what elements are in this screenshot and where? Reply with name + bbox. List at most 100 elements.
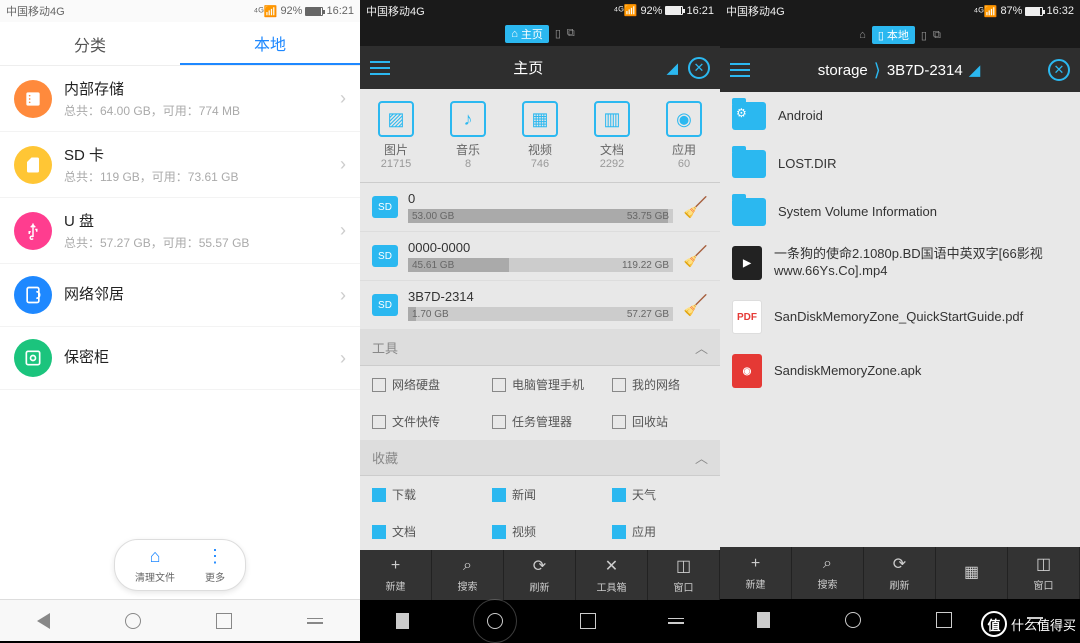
tool-recycle-bin[interactable]: 回收站 <box>600 403 720 440</box>
toolbar-toolbox[interactable]: ✕工具箱 <box>576 550 648 600</box>
favs-grid: 下载 新闻 天气 文档 视频 应用 <box>360 476 720 550</box>
storage-sdcard[interactable]: SD 卡总共：119 GB，可用：73.61 GB › <box>0 132 360 198</box>
menu-button[interactable] <box>730 63 750 77</box>
file-list: Android LOST.DIR System Volume Informati… <box>720 92 1080 547</box>
section-tools-header[interactable]: 工具︿ <box>360 330 720 366</box>
carrier-label: 中国移动4G <box>726 3 785 19</box>
toolbar-new[interactable]: +新建 <box>720 547 792 599</box>
tool-icon <box>372 415 386 429</box>
menu-button[interactable] <box>370 61 390 75</box>
category-music[interactable]: ♪音乐8 <box>432 101 504 170</box>
category-images[interactable]: ▨图片21715 <box>360 101 432 170</box>
file-pdf[interactable]: PDFSanDiskMemoryZone_QuickStartGuide.pdf <box>720 290 1080 344</box>
storage-safe[interactable]: 保密柜 › <box>0 327 360 390</box>
section-favs-header[interactable]: 收藏︿ <box>360 440 720 476</box>
nav-back-button[interactable] <box>396 613 409 629</box>
toolbar-search[interactable]: ⌕搜索 <box>432 550 504 600</box>
tool-my-network[interactable]: 我的网络 <box>600 366 720 403</box>
nav-back-button[interactable] <box>757 612 770 628</box>
folder-icon <box>732 150 766 178</box>
close-button[interactable]: ✕ <box>688 57 710 79</box>
window-icon: ◫ <box>676 556 691 576</box>
nav-recent-button[interactable] <box>580 613 596 629</box>
sd-icon: SD <box>372 294 398 316</box>
tab-local[interactable]: 本地 <box>180 22 360 65</box>
close-button[interactable]: ✕ <box>1048 59 1070 81</box>
nav-home-button[interactable] <box>845 612 861 628</box>
chevron-up-icon: ︿ <box>695 448 708 467</box>
dropdown-icon[interactable]: ◢ <box>666 59 678 77</box>
drive-2[interactable]: SD 3B7D-23141.70 GB57.27 GB 🧹 <box>360 281 720 330</box>
nav-home-button[interactable] <box>125 613 141 629</box>
header-bar: storage ⟩ 3B7D-2314 ◢ ✕ <box>720 48 1080 92</box>
broom-icon: ⌂ <box>150 546 161 567</box>
devices-icon[interactable]: ⧉ <box>933 29 941 42</box>
window-tab-home[interactable]: ⌂ 主页 <box>505 25 549 43</box>
more-button[interactable]: ⋮更多 <box>205 546 225 584</box>
app-icon <box>612 525 626 539</box>
fav-weather[interactable]: 天气 <box>600 476 720 513</box>
video-icon: ▦ <box>522 101 558 137</box>
nav-menu-button[interactable] <box>668 618 684 624</box>
file-apk[interactable]: ◉SandiskMemoryZone.apk <box>720 344 1080 398</box>
drive-icon <box>14 80 52 118</box>
tool-pc-manage[interactable]: 电脑管理手机 <box>480 366 600 403</box>
carrier-label: 中国移动4G <box>6 3 65 19</box>
breadcrumb-current[interactable]: 3B7D-2314 <box>887 62 963 79</box>
storage-title: SD 卡 <box>64 144 340 165</box>
storage-title: 保密柜 <box>64 346 340 367</box>
nav-menu-button[interactable] <box>307 618 323 624</box>
toolbar-view[interactable]: ▦ <box>936 547 1008 599</box>
drive-1[interactable]: SD 0000-000045.61 GB119.22 GB 🧹 <box>360 232 720 281</box>
search-icon: ⌕ <box>463 557 472 575</box>
music-icon: ♪ <box>450 101 486 137</box>
tool-file-transfer[interactable]: 文件快传 <box>360 403 480 440</box>
breadcrumb-storage[interactable]: storage <box>818 62 868 79</box>
toolbar-window[interactable]: ◫窗口 <box>1008 547 1080 599</box>
clean-icon[interactable]: 🧹 <box>683 293 708 318</box>
toolbar-refresh[interactable]: ⟳刷新 <box>504 550 576 600</box>
storage-network[interactable]: 网络邻居 › <box>0 264 360 327</box>
tool-task-manager[interactable]: 任务管理器 <box>480 403 600 440</box>
toolbar-refresh[interactable]: ⟳刷新 <box>864 547 936 599</box>
category-video[interactable]: ▦视频746 <box>504 101 576 170</box>
folder-svi[interactable]: System Volume Information <box>720 188 1080 236</box>
fav-video[interactable]: 视频 <box>480 513 600 550</box>
battery-percent: 92% <box>280 5 302 17</box>
tab-category[interactable]: 分类 <box>0 22 180 65</box>
video-thumb-icon: ▶ <box>732 246 762 280</box>
fav-download[interactable]: 下载 <box>360 476 480 513</box>
folder-lostdir[interactable]: LOST.DIR <box>720 140 1080 188</box>
signal-icon: ⁴ᴳ📶 <box>254 5 278 18</box>
clean-icon[interactable]: 🧹 <box>683 244 708 269</box>
clock: 16:21 <box>686 5 714 17</box>
clean-icon[interactable]: 🧹 <box>683 195 708 220</box>
nav-back-button[interactable] <box>37 613 50 629</box>
folder-android[interactable]: Android <box>720 92 1080 140</box>
clean-files-button[interactable]: ⌂清理文件 <box>135 546 175 584</box>
devices-icon[interactable]: ⧉ <box>567 27 575 40</box>
file-video[interactable]: ▶一条狗的使命2.1080p.BD国语中英双字[66影视www.66Ys.Co]… <box>720 236 1080 290</box>
category-apps[interactable]: ◉应用60 <box>648 101 720 170</box>
fav-news[interactable]: 新闻 <box>480 476 600 513</box>
fav-apps[interactable]: 应用 <box>600 513 720 550</box>
nav-recent-button[interactable] <box>936 612 952 628</box>
breadcrumb-separator-icon: ⟩ <box>874 60 881 81</box>
drive-0[interactable]: SD 053.00 GB53.75 GB 🧹 <box>360 183 720 232</box>
toolbar-search[interactable]: ⌕搜索 <box>792 547 864 599</box>
phone-icon[interactable]: ▯ <box>555 27 561 40</box>
tool-network-disk[interactable]: 网络硬盘 <box>360 366 480 403</box>
phone-icon[interactable]: ▯ <box>921 29 927 42</box>
home-icon[interactable]: ⌂ <box>859 29 866 41</box>
toolbar-new[interactable]: +新建 <box>360 550 432 600</box>
nav-recent-button[interactable] <box>216 613 232 629</box>
screen-es-explorer-folder: 中国移动4G ⁴ᴳ📶 87% 16:32 ⌂ ▯ 本地 ▯ ⧉ storage … <box>720 0 1080 641</box>
storage-internal[interactable]: 内部存储总共：64.00 GB，可用：774 MB › <box>0 66 360 132</box>
dropdown-icon[interactable]: ◢ <box>969 61 981 79</box>
fav-docs[interactable]: 文档 <box>360 513 480 550</box>
window-tab-local[interactable]: ▯ 本地 <box>872 26 915 44</box>
tool-icon <box>492 378 506 392</box>
toolbar-window[interactable]: ◫窗口 <box>648 550 720 600</box>
storage-usb[interactable]: U 盘总共：57.27 GB，可用：55.57 GB › <box>0 198 360 264</box>
category-docs[interactable]: ▥文档2292 <box>576 101 648 170</box>
